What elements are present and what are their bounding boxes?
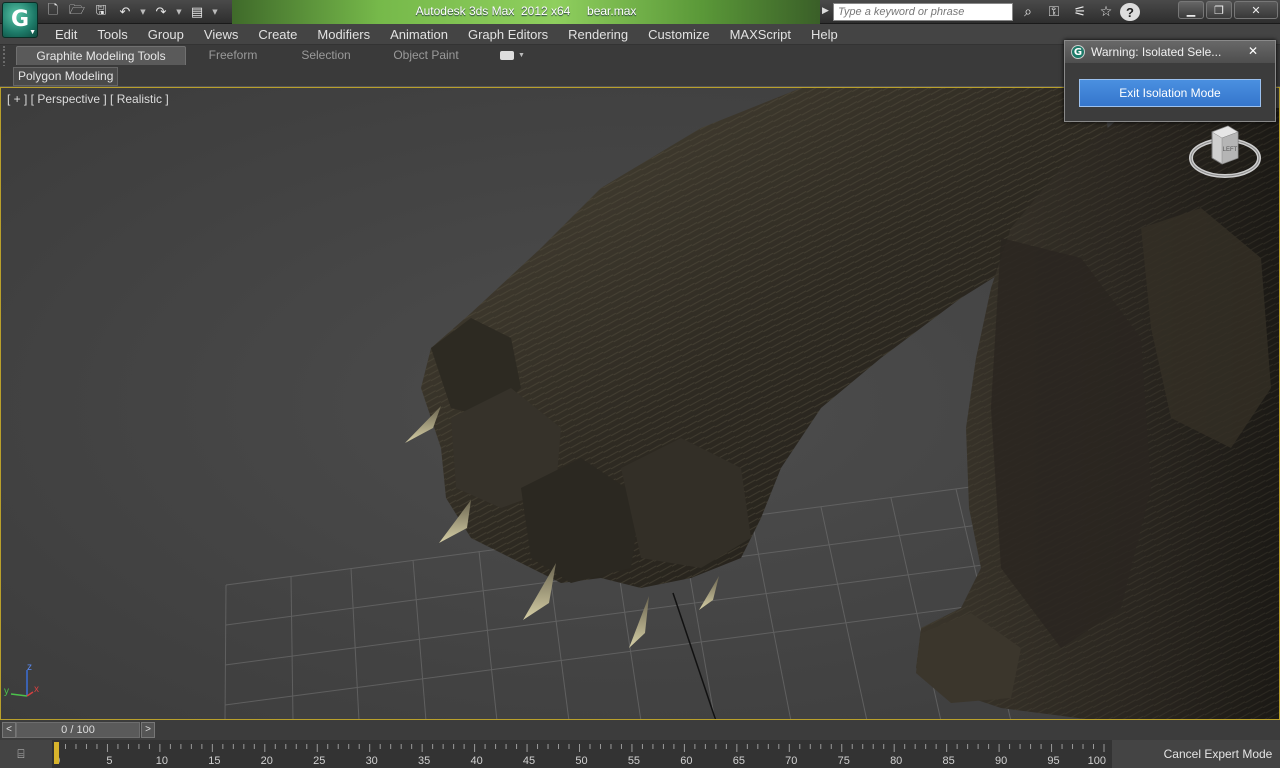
tab-selection[interactable]: Selection — [280, 46, 372, 65]
axis-x-label: x — [34, 684, 39, 695]
timeline-tick-label: 30 — [366, 755, 378, 767]
timeline-tick-label: 20 — [261, 755, 273, 767]
timeline-tick-label: 95 — [1047, 755, 1059, 767]
axis-z-label: z — [27, 662, 32, 673]
window-title: Autodesk 3ds Max 2012 x64 bear.max — [232, 4, 820, 18]
redo-dropdown-icon[interactable]: ▼ — [174, 2, 184, 22]
menu-modifiers[interactable]: Modifiers — [307, 27, 380, 42]
tab-object-paint[interactable]: Object Paint — [372, 46, 480, 65]
ribbon-tabs: Graphite Modeling Tools Freeform Selecti… — [16, 46, 525, 65]
time-slider-bar: < 0 / 100 > — [0, 720, 1280, 740]
infocenter-search-input[interactable] — [833, 3, 1013, 21]
help-icon[interactable]: ? — [1120, 3, 1140, 21]
close-icon[interactable]: ✕ — [1234, 1, 1278, 19]
cancel-expert-mode-button[interactable]: Cancel Expert Mode — [1160, 744, 1276, 764]
timeline-tick-label: 50 — [575, 755, 587, 767]
timeline-tick-label: 25 — [313, 755, 325, 767]
quick-access-toolbar: 🗋 🗁 🖫 ↶ ▼ ↷ ▼ ▤ ▼ — [42, 2, 220, 22]
redo-icon[interactable]: ↷ — [150, 2, 172, 22]
current-frame-marker[interactable] — [54, 742, 59, 764]
timeline-tick-label: 70 — [785, 755, 797, 767]
next-frame-button[interactable]: > — [141, 722, 155, 738]
3dsmax-logo-icon: G — [1071, 45, 1085, 59]
close-icon[interactable]: ✕ — [1237, 43, 1269, 59]
subscription-key-icon[interactable]: ⚿ — [1042, 2, 1066, 22]
timeline-tick-label: 60 — [680, 755, 692, 767]
chevron-down-icon: ▼ — [29, 29, 36, 36]
timeline-tick-label: 85 — [943, 755, 955, 767]
dialog-title-bar[interactable]: G Warning: Isolated Sele... ✕ — [1065, 41, 1275, 63]
save-icon[interactable]: 🖫 — [90, 2, 112, 22]
tab-freeform[interactable]: Freeform — [186, 46, 280, 65]
timeline-tick-label: 65 — [733, 755, 745, 767]
timeline-tick-label: 10 — [156, 755, 168, 767]
ribbon-options-dropdown-icon[interactable]: ▼ — [518, 52, 525, 59]
viewport-label[interactable]: [ + ] [ Perspective ] [ Realistic ] — [7, 92, 169, 106]
restore-icon[interactable]: ❐ — [1206, 1, 1232, 19]
menu-tools[interactable]: Tools — [87, 27, 137, 42]
project-folder-icon[interactable]: ▤ — [186, 2, 208, 22]
timeline-tick-label: 100 — [1088, 755, 1106, 767]
application-button[interactable]: G ▼ — [2, 2, 38, 38]
time-slider[interactable]: 0 / 100 — [16, 722, 140, 738]
new-icon[interactable]: 🗋 — [42, 2, 64, 22]
timeline-track[interactable]: 0510152025303540455055606570758085909510… — [52, 740, 1112, 768]
previous-frame-button[interactable]: < — [2, 722, 16, 738]
communication-center-icon[interactable]: ⚟ — [1068, 2, 1092, 22]
menu-maxscript[interactable]: MAXScript — [720, 27, 801, 42]
qa-customize-dropdown-icon[interactable]: ▼ — [210, 2, 220, 22]
timeline-tick-label: 5 — [106, 755, 112, 767]
open-icon[interactable]: 🗁 — [66, 2, 88, 22]
undo-icon[interactable]: ↶ — [114, 2, 136, 22]
search-expand-icon[interactable]: ▶ — [822, 5, 832, 19]
menu-edit[interactable]: Edit — [45, 27, 87, 42]
timeline-tick-label: 80 — [890, 755, 902, 767]
ribbon-options-icon[interactable] — [500, 51, 514, 60]
viewcube[interactable]: LEFT — [1186, 120, 1266, 186]
timeline-tick-label: 15 — [208, 755, 220, 767]
track-bar: ⌸ 05101520253035404550556065707580859095… — [0, 740, 1280, 768]
menu-customize[interactable]: Customize — [638, 27, 719, 42]
viewcube-face-label: LEFT — [1223, 147, 1238, 153]
title-banner: Autodesk 3ds Max 2012 x64 bear.max — [232, 0, 820, 24]
3dsmax-logo-icon: G — [10, 7, 30, 32]
viewport-scene: z y x — [1, 88, 1279, 719]
timeline-tick-label: 90 — [995, 755, 1007, 767]
file-name: bear.max — [587, 4, 637, 18]
menu-help[interactable]: Help — [801, 27, 848, 42]
dialog-title: Warning: Isolated Sele... — [1091, 45, 1221, 59]
app-window: G ▼ 🗋 🗁 🖫 ↶ ▼ ↷ ▼ ▤ ▼ Autodesk 3ds Max 2… — [0, 0, 1280, 768]
favorites-star-icon[interactable]: ☆ — [1094, 2, 1118, 22]
menu-animation[interactable]: Animation — [380, 27, 458, 42]
title-bar: G ▼ 🗋 🗁 🖫 ↶ ▼ ↷ ▼ ▤ ▼ Autodesk 3ds Max 2… — [0, 0, 1280, 38]
panel-polygon-modeling[interactable]: Polygon Modeling — [13, 67, 119, 86]
timeline-tick-label: 40 — [470, 755, 482, 767]
perspective-viewport[interactable]: z y x [ + ] [ Perspective ] [ Realistic … — [0, 87, 1280, 720]
undo-dropdown-icon[interactable]: ▼ — [138, 2, 148, 22]
menu-views[interactable]: Views — [194, 27, 248, 42]
isolation-warning-dialog: G Warning: Isolated Sele... ✕ Exit Isola… — [1064, 40, 1276, 122]
exit-isolation-mode-button[interactable]: Exit Isolation Mode — [1079, 79, 1261, 107]
track-view-icon[interactable]: ⌸ — [10, 744, 32, 764]
timeline-tick-label: 55 — [628, 755, 640, 767]
axis-y-label: y — [4, 686, 9, 697]
binoculars-icon[interactable]: ⌕ — [1016, 2, 1040, 22]
window-controls: ▁ ❐ ✕ — [1178, 1, 1278, 19]
menu-create[interactable]: Create — [248, 27, 307, 42]
timeline-tick-label: 45 — [523, 755, 535, 767]
tab-graphite-modeling-tools[interactable]: Graphite Modeling Tools — [16, 46, 186, 65]
infocenter-toolbar: ⌕ ⚿ ⚟ ☆ ? — [1016, 2, 1140, 22]
menu-graph-editors[interactable]: Graph Editors — [458, 27, 558, 42]
timeline-tick-label: 75 — [838, 755, 850, 767]
app-title: Autodesk 3ds Max 2012 x64 — [415, 4, 571, 18]
timeline-tick-label: 35 — [418, 755, 430, 767]
menu-group[interactable]: Group — [138, 27, 194, 42]
menu-rendering[interactable]: Rendering — [558, 27, 638, 42]
minimize-icon[interactable]: ▁ — [1178, 1, 1204, 19]
main-menu: Edit Tools Group Views Create Modifiers … — [45, 27, 848, 42]
